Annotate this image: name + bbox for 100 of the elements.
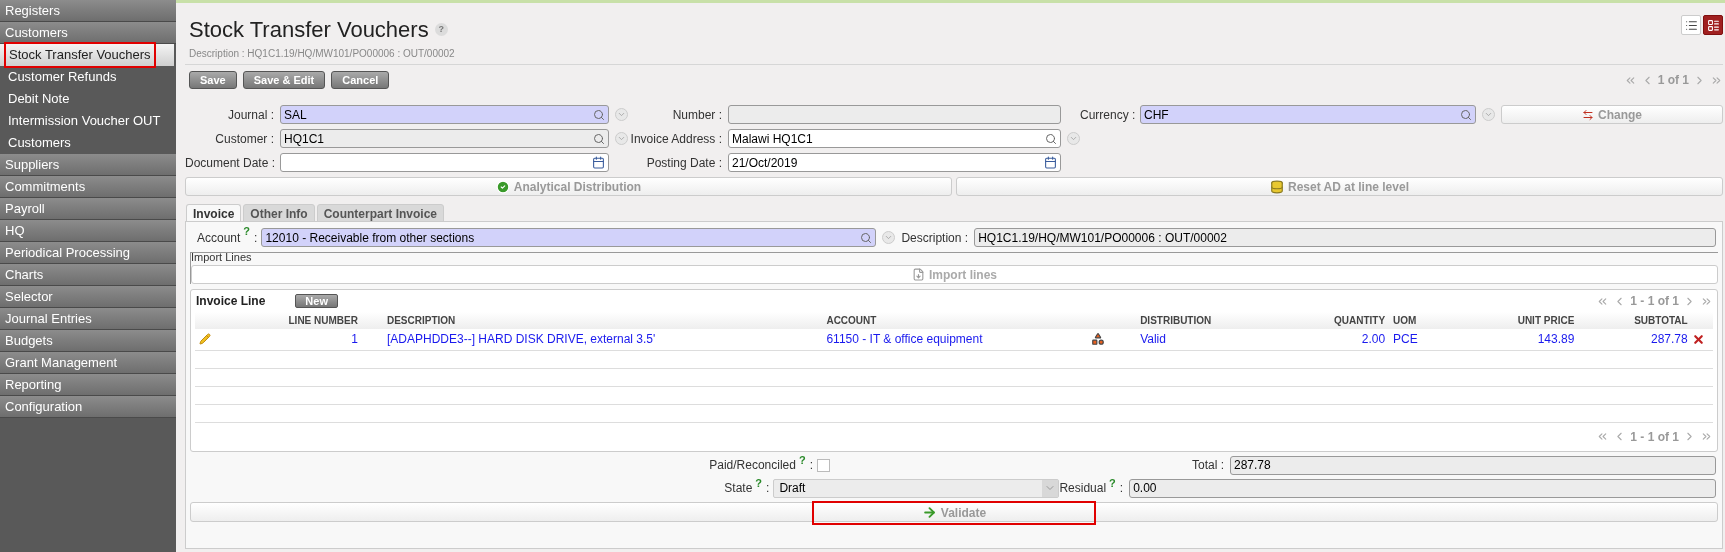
toolbar-button[interactable]: Cancel xyxy=(331,71,390,89)
swap-icon xyxy=(1582,108,1594,121)
sidebar-item[interactable]: Customer Refunds xyxy=(0,66,176,88)
colon: : xyxy=(253,229,259,247)
colon: : xyxy=(765,480,771,497)
table-cell: 2.00 xyxy=(1318,329,1390,350)
dropdown-icon[interactable] xyxy=(615,132,628,145)
calendar-icon[interactable] xyxy=(1044,156,1057,169)
toolbar-button[interactable]: Save & Edit xyxy=(242,71,326,89)
input-field[interactable]: Malawi HQ1C1 xyxy=(728,129,1061,148)
residual-field: 0.00 xyxy=(1129,478,1716,498)
sidebar-section[interactable]: Suppliers xyxy=(0,154,176,176)
column-header[interactable]: SUBTOTAL xyxy=(1578,312,1692,329)
field-label: Document Date : xyxy=(185,154,277,172)
reset-ad-button[interactable]: Reset AD at line level xyxy=(956,177,1723,196)
database-icon xyxy=(1270,179,1285,194)
sidebar-item[interactable]: Debit Note xyxy=(0,88,176,110)
sidebar-section[interactable]: HQ xyxy=(0,220,176,242)
column-header[interactable]: DISTRIBUTION xyxy=(1136,312,1319,329)
sidebar-section[interactable]: Grant Management xyxy=(0,352,176,374)
section-title: Invoice Line xyxy=(196,293,266,310)
dropdown-icon[interactable] xyxy=(1067,132,1080,145)
arrow-right-icon xyxy=(921,505,937,520)
sidebar-section[interactable]: Payroll xyxy=(0,198,176,220)
state-select[interactable]: Draft xyxy=(773,478,1060,498)
column-header[interactable]: UNIT PRICE xyxy=(1454,312,1579,329)
sidebar-section[interactable]: Registers xyxy=(0,0,176,22)
field-label: Posting Date : xyxy=(645,154,723,172)
input-field[interactable] xyxy=(280,153,609,172)
field-label: Paid/Reconciled xyxy=(709,457,796,474)
search-icon[interactable] xyxy=(593,108,605,121)
sidebar-section[interactable]: Charts xyxy=(0,264,176,286)
input-field[interactable]: 21/Oct/2019 xyxy=(728,153,1061,172)
input-field[interactable]: HQ1C1 xyxy=(280,129,609,148)
change-button[interactable]: Change xyxy=(1501,105,1723,124)
dropdown-icon[interactable] xyxy=(882,231,896,244)
input-field[interactable]: SAL xyxy=(280,105,609,124)
table-cell: 287.78 xyxy=(1578,329,1692,350)
column-header[interactable]: DESCRIPTION xyxy=(361,312,823,329)
sidebar-section[interactable]: Budgets xyxy=(0,330,176,352)
form-view-button[interactable] xyxy=(1703,15,1723,35)
search-icon[interactable] xyxy=(593,132,605,145)
dropdown-icon[interactable] xyxy=(615,108,628,121)
account-field[interactable]: 12010 - Receivable from other sections xyxy=(261,228,877,247)
input-field[interactable]: CHF xyxy=(1140,105,1476,124)
table-cell: PCE xyxy=(1389,329,1455,350)
sidebar-section[interactable]: Periodical Processing xyxy=(0,242,176,264)
import-lines-button[interactable]: Import lines xyxy=(191,265,1718,284)
search-icon[interactable] xyxy=(860,231,873,244)
sidebar-section[interactable]: Configuration xyxy=(0,396,176,418)
search-icon[interactable] xyxy=(1460,108,1472,121)
sidebar-item[interactable]: Customers xyxy=(0,132,176,154)
list-view-button[interactable] xyxy=(1681,15,1701,35)
paid-checkbox[interactable] xyxy=(817,458,830,472)
description-text: Description : HQ1C1.19/HQ/MW101/PO00006 : OUT/00002 xyxy=(189,47,455,61)
validate-button[interactable]: Validate xyxy=(812,500,1096,525)
colon: : xyxy=(808,457,814,474)
field-label: Customer : xyxy=(214,130,275,148)
dropdown-icon[interactable] xyxy=(1042,479,1059,497)
tab[interactable]: Counterpart Invoice xyxy=(316,204,445,222)
sidebar-section[interactable]: Selector xyxy=(0,286,176,308)
help-mark[interactable]: ? xyxy=(1109,477,1116,489)
tab[interactable]: Other Info xyxy=(243,204,315,222)
tab[interactable]: Invoice xyxy=(186,204,242,222)
new-button[interactable]: New xyxy=(295,294,338,308)
dropdown-icon[interactable] xyxy=(1482,108,1495,121)
calendar-icon[interactable] xyxy=(592,156,605,169)
fieldset-legend: Import Lines xyxy=(191,252,1718,263)
search-icon[interactable] xyxy=(1045,132,1057,145)
table-cell: 1 xyxy=(225,329,362,350)
help-icon[interactable]: ? xyxy=(434,23,448,36)
analytical-distribution-button[interactable]: Analytical Distribution xyxy=(185,177,952,196)
pager-text: 1 of 1 xyxy=(1657,72,1689,89)
sidebar-section[interactable]: Commitments xyxy=(0,176,176,198)
field-label: Total : xyxy=(1191,457,1225,474)
distribution-icon[interactable] xyxy=(1090,332,1105,347)
delete-icon[interactable] xyxy=(1691,332,1705,346)
column-header[interactable]: LINE NUMBER xyxy=(225,312,362,329)
help-mark[interactable]: ? xyxy=(243,225,251,237)
last-page-icon[interactable] xyxy=(1700,430,1713,443)
column-header[interactable]: ACCOUNT xyxy=(822,312,1091,329)
edit-icon[interactable] xyxy=(199,333,211,346)
description-field: HQ1C1.19/HQ/MW101/PO00006 : OUT/00002 xyxy=(974,228,1716,247)
column-header[interactable]: UOM xyxy=(1389,312,1455,329)
sidebar-item[interactable]: Intermission Voucher OUT xyxy=(0,110,176,132)
toolbar-button[interactable]: Save xyxy=(189,71,237,89)
help-mark[interactable]: ? xyxy=(755,477,763,489)
total-field: 287.78 xyxy=(1230,455,1716,475)
sidebar-section[interactable]: Customers xyxy=(0,22,176,44)
colon: : xyxy=(1118,480,1124,497)
sidebar-section[interactable]: Journal Entries xyxy=(0,308,176,330)
sidebar-item[interactable]: Stock Transfer Vouchers xyxy=(0,44,174,66)
table-cell: Valid xyxy=(1136,329,1319,350)
table-cell: [ADAPHDDE3--] HARD DISK DRIVE, external 3.5' xyxy=(361,329,823,350)
sidebar-section[interactable]: Reporting xyxy=(0,374,176,396)
field-label: State xyxy=(724,480,753,497)
input-field[interactable] xyxy=(728,105,1061,124)
help-mark[interactable]: ? xyxy=(798,454,806,466)
page-title: Stock Transfer Vouchers xyxy=(189,16,429,44)
column-header[interactable]: QUANTITY xyxy=(1318,312,1390,329)
